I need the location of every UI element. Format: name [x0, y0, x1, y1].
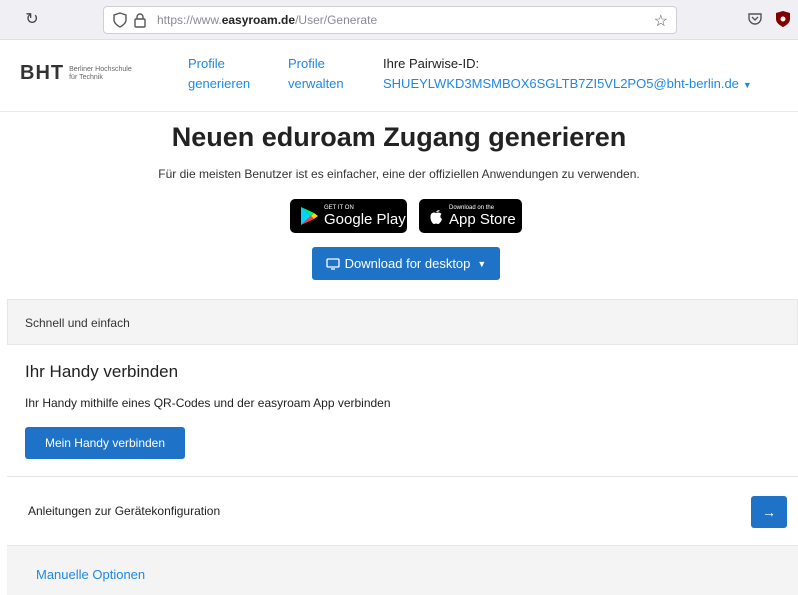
ublock-origin-icon[interactable]	[775, 10, 791, 28]
monitor-icon	[326, 257, 340, 270]
app-store-label: App Store	[449, 211, 516, 228]
url-text[interactable]: https://www.easyroam.de/User/Generate	[157, 13, 377, 27]
connect-phone-button[interactable]: Mein Handy verbinden	[25, 427, 185, 459]
caret-down-icon: ▼	[477, 258, 487, 269]
connect-phone-title: Ihr Handy verbinden	[25, 362, 179, 381]
tracking-protection-icon[interactable]	[112, 12, 128, 28]
quick-section-header: Schnell und einfach	[7, 299, 798, 345]
pocket-icon[interactable]	[747, 11, 763, 27]
google-play-icon	[301, 207, 318, 225]
browser-toolbar: ↻ https://www.easyroam.de/User/Generate …	[0, 0, 798, 40]
pairwise-label: Ihre Pairwise-ID:	[383, 56, 480, 71]
nav-manage-profiles[interactable]: Profile verwalten	[288, 54, 344, 94]
arrow-right-icon[interactable]: →	[751, 496, 787, 528]
bht-logo[interactable]: BHT Berliner Hochschule für Technik	[20, 62, 159, 85]
lock-icon[interactable]	[133, 12, 147, 28]
logo-mark: BHT	[20, 62, 65, 84]
site-header: BHT Berliner Hochschule für Technik Profi…	[0, 40, 798, 112]
device-guides-row[interactable]: Anleitungen zur Gerätekonfiguration →	[7, 476, 798, 546]
pairwise-id-dropdown[interactable]: SHUEYLWKD3MSMBOX6SGLTB7ZI5VL2PO5@bht-ber…	[383, 74, 752, 95]
google-play-button[interactable]: GET IT ON Google Play	[290, 199, 407, 233]
apple-icon	[430, 210, 442, 224]
connect-phone-description: Ihr Handy mithilfe eines QR-Codes und de…	[25, 396, 391, 410]
manual-options-section: Manuelle Optionen	[7, 546, 798, 595]
address-bar[interactable]: https://www.easyroam.de/User/Generate ☆	[103, 6, 677, 34]
pairwise-id-menu: Ihre Pairwise-ID: SHUEYLWKD3MSMBOX6SGLTB…	[383, 54, 752, 95]
download-desktop-button[interactable]: Download for desktop ▼	[312, 247, 500, 280]
page-subtitle: Für die meisten Benutzer ist es einfache…	[158, 167, 640, 181]
reload-icon[interactable]: ↻	[22, 10, 42, 30]
caret-down-icon: ▼	[742, 80, 752, 90]
google-play-label: Google Play	[324, 211, 406, 228]
nav-generate-profiles[interactable]: Profile generieren	[188, 54, 250, 94]
manual-options-link[interactable]: Manuelle Optionen	[36, 567, 145, 582]
page-title: Neuen eduroam Zugang generieren	[171, 122, 627, 152]
bookmark-star-icon[interactable]: ☆	[654, 11, 668, 31]
app-store-button[interactable]: Download on the App Store	[419, 199, 522, 233]
logo-subtitle: Berliner Hochschule für Technik	[69, 65, 132, 81]
device-guides-label: Anleitungen zur Gerätekonfiguration	[28, 504, 221, 518]
